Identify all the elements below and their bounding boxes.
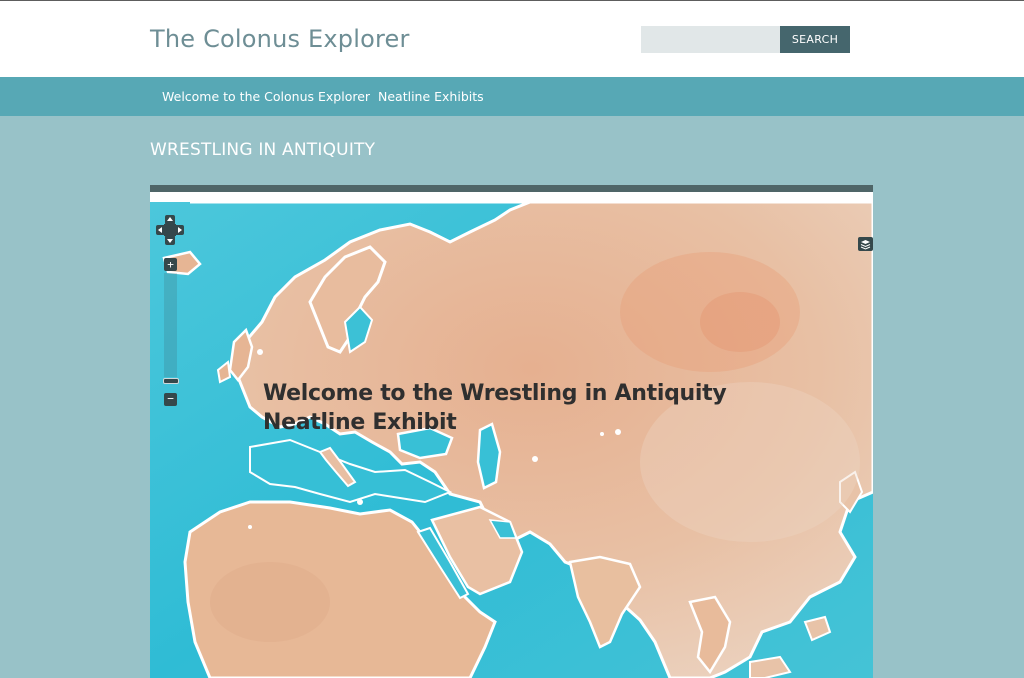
search-button[interactable]: SEARCH (780, 26, 850, 53)
exhibit-toolbar (150, 185, 873, 192)
search-input[interactable] (641, 26, 780, 53)
main-navigation: Welcome to the Colonus Explorer Neatline… (0, 77, 1024, 116)
zoom-slider-track[interactable] (164, 273, 177, 377)
map-viewport[interactable]: Welcome to the Wrestling in Antiquity Ne… (150, 202, 873, 678)
pan-arrows-icon (156, 215, 184, 245)
layers-icon (860, 240, 871, 250)
watercolor-map (150, 202, 873, 678)
layer-switcher-button[interactable] (858, 237, 873, 251)
zoom-in-button[interactable]: + (164, 258, 177, 271)
nav-item-welcome[interactable]: Welcome to the Colonus Explorer (162, 89, 370, 104)
zoom-out-button[interactable]: − (164, 393, 177, 406)
pan-control[interactable] (156, 215, 184, 245)
zoom-slider-handle[interactable] (163, 378, 179, 384)
site-header: The Colonus Explorer SEARCH (0, 0, 1024, 77)
exhibit-welcome-title: Welcome to the Wrestling in Antiquity Ne… (263, 381, 727, 435)
neatline-exhibit: Welcome to the Wrestling in Antiquity Ne… (150, 185, 873, 678)
page-title: WRESTLING IN ANTIQUITY (150, 140, 376, 160)
site-title[interactable]: The Colonus Explorer (150, 25, 410, 53)
nav-item-neatline-exhibits[interactable]: Neatline Exhibits (378, 89, 484, 104)
